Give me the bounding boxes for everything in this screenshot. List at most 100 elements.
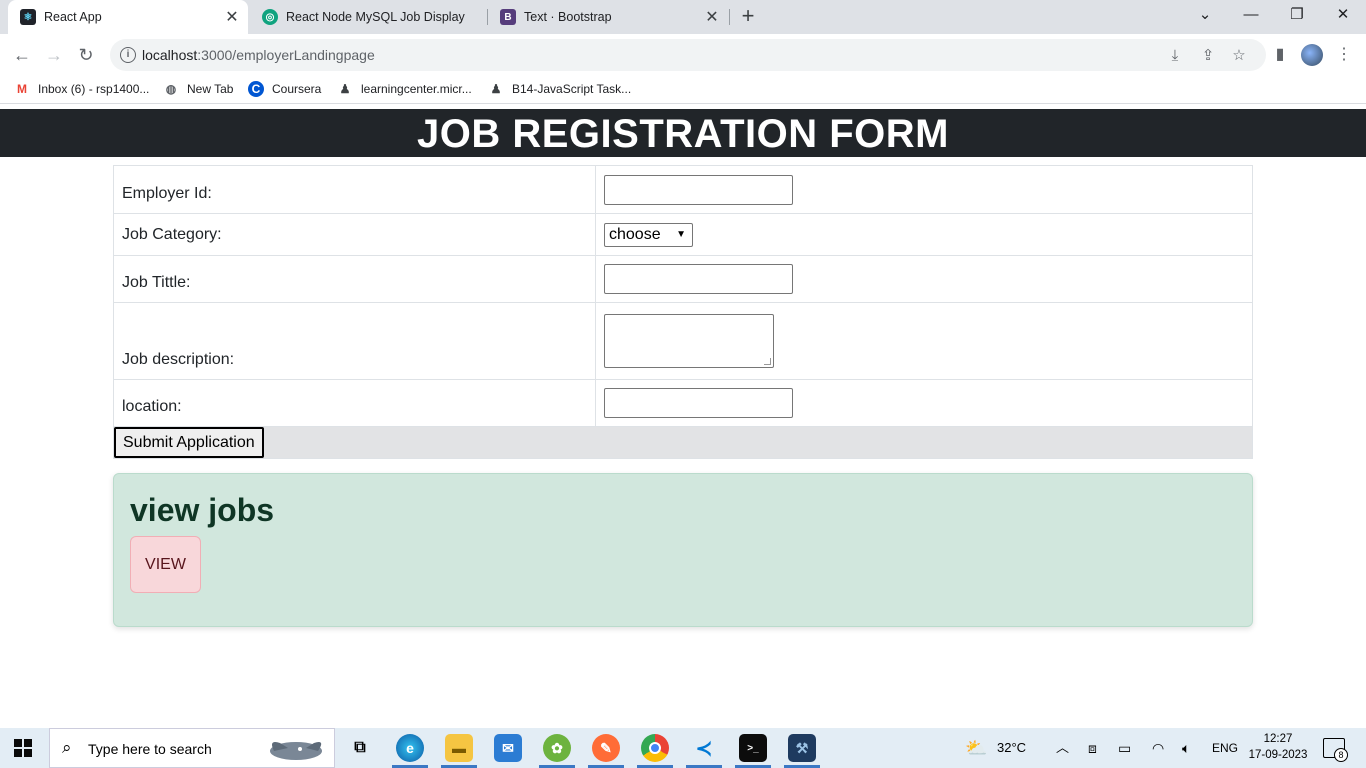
location-label: location:	[113, 379, 596, 427]
mail-icon[interactable]: ✉	[494, 734, 522, 762]
terminal-icon[interactable]: >_	[739, 734, 767, 762]
job-category-selected-value: choose	[609, 225, 661, 243]
tab-job-display[interactable]: ◎ React Node MySQL Job Display	[250, 0, 486, 34]
new-tab-button[interactable]: +	[736, 4, 760, 30]
search-icon: ⌕	[62, 738, 72, 757]
job-category-label: Job Category:	[113, 213, 596, 256]
bookmark-coursera[interactable]: C Coursera	[248, 81, 321, 97]
profile-avatar[interactable]	[1301, 44, 1323, 66]
search-highlight-icon	[270, 742, 322, 760]
restore-button[interactable]: ❐	[1274, 0, 1320, 30]
weather-cloud-icon[interactable]: ⛅	[965, 728, 987, 768]
tab-react-app[interactable]: ⚛ React App ✕	[8, 0, 248, 34]
tab-bootstrap[interactable]: B Text · Bootstrap ✕	[488, 0, 728, 34]
clock-time: 12:27	[1263, 733, 1293, 745]
bootstrap-icon: B	[500, 9, 516, 25]
bookmark-label: Coursera	[272, 82, 322, 96]
bookmark-gmail[interactable]: M Inbox (6) - rsp1400...	[14, 81, 149, 97]
weather-temperature[interactable]: 32°C	[997, 728, 1026, 768]
submit-cell: Submit Application	[113, 426, 1253, 459]
volume-icon[interactable]: 🔈︎	[1182, 728, 1190, 768]
battery-icon[interactable]: ▭	[1118, 728, 1131, 768]
postman-icon[interactable]: ✎	[592, 734, 620, 762]
bookmarks-bar: M Inbox (6) - rsp1400... ◍ New Tab C Cou…	[0, 76, 1366, 104]
form-row-employer-id: Employer Id:	[113, 165, 1253, 214]
install-icon[interactable]: ⤓	[1166, 47, 1184, 65]
form-row-job-category: Job Category: choose ▼	[113, 213, 1253, 256]
minimize-button[interactable]: —	[1228, 0, 1274, 30]
bookmark-new-tab[interactable]: ◍ New Tab	[163, 81, 234, 97]
mysql-workbench-icon[interactable]: ⚒	[788, 734, 816, 762]
side-panel-icon[interactable]: ▮	[1268, 43, 1292, 67]
job-category-select[interactable]: choose ▼	[604, 222, 693, 247]
search-placeholder: Type here to search	[88, 741, 212, 757]
chevron-up-icon[interactable]: ︿	[1056, 728, 1069, 768]
location-input[interactable]	[604, 388, 793, 418]
taskbar-search-box[interactable]: ⌕ Type here to search	[49, 728, 335, 768]
tab-title: React Node MySQL Job Display	[286, 10, 465, 24]
taskbar-clock[interactable]: 12:27 17-09-2023	[1246, 731, 1310, 763]
chrome-icon[interactable]	[641, 734, 669, 762]
form-row-job-description: Job description:	[113, 302, 1253, 380]
coursera-icon: C	[248, 81, 264, 97]
form-row-submit: Submit Application	[113, 426, 1253, 459]
tab-search-chevron-icon[interactable]: ⌄	[1182, 0, 1228, 30]
language-indicator[interactable]: ENG	[1212, 728, 1238, 768]
view-jobs-heading: view jobs	[130, 492, 275, 528]
bookmark-star-icon[interactable]: ☆	[1230, 47, 1248, 65]
url-path: :3000/employerLandingpage	[197, 47, 375, 63]
view-jobs-button[interactable]: VIEW	[130, 536, 201, 593]
share-icon[interactable]: ⇪	[1199, 47, 1217, 65]
wifi-icon[interactable]: ◠	[1152, 728, 1164, 768]
bookmark-label: New Tab	[187, 82, 234, 96]
close-window-button[interactable]: ✕	[1320, 0, 1366, 30]
edge-icon[interactable]: e	[396, 734, 424, 762]
forward-arrow-icon[interactable]: →	[42, 43, 66, 67]
close-icon[interactable]: ✕	[702, 7, 722, 27]
job-title-label: Job Tittle:	[113, 255, 596, 303]
view-jobs-card: view jobs VIEW	[113, 473, 1253, 627]
job-registration-form: Employer Id: Job Category: choose ▼ Job …	[113, 165, 1253, 459]
task-view-icon[interactable]: ⧉	[346, 734, 374, 762]
job-title-cell	[595, 255, 1253, 303]
browser-toolbar: ← → ↻ i localhost:3000/employerLandingpa…	[0, 34, 1366, 76]
notification-count-badge: 8	[1334, 748, 1348, 762]
form-row-job-title: Job Tittle:	[113, 255, 1253, 303]
windows-start-icon[interactable]	[14, 739, 32, 757]
reload-icon[interactable]: ↻	[74, 43, 98, 67]
employer-id-label: Employer Id:	[113, 165, 596, 214]
bookmark-label: B14-JavaScript Task...	[512, 82, 632, 96]
form-row-location: location:	[113, 379, 1253, 427]
file-explorer-icon[interactable]: ▬	[445, 734, 473, 762]
close-icon[interactable]: ✕	[222, 7, 242, 27]
browser-tabstrip: ⚛ React App ✕ ◎ React Node MySQL Job Dis…	[0, 0, 1366, 34]
vscode-icon[interactable]: ≺	[690, 734, 718, 762]
chatgpt-icon: ◎	[262, 9, 278, 25]
spring-tools-icon[interactable]: ✿	[543, 734, 571, 762]
url-host: localhost	[142, 47, 198, 63]
url-text[interactable]: localhost:3000/employerLandingpage	[142, 47, 375, 63]
react-icon: ⚛	[20, 9, 36, 25]
chevron-down-icon: ▼	[676, 229, 686, 240]
submit-application-button[interactable]: Submit Application	[114, 427, 264, 458]
job-category-cell: choose ▼	[595, 213, 1253, 256]
windows-taskbar: ⌕ Type here to search ⧉ e ▬ ✉ ✿ ✎ ≺ >_ ⚒…	[0, 728, 1366, 768]
bookmark-label: learningcenter.micr...	[361, 82, 472, 96]
clock-date: 17-09-2023	[1248, 749, 1308, 761]
bookmark-learningcenter[interactable]: ♟ learningcenter.micr...	[337, 81, 472, 97]
job-description-label: Job description:	[113, 302, 596, 380]
back-arrow-icon[interactable]: ←	[10, 43, 34, 67]
job-description-cell	[595, 302, 1253, 380]
site-info-icon[interactable]: i	[120, 47, 136, 63]
meet-now-icon[interactable]: ⧈	[1088, 728, 1097, 768]
menu-kebab-icon[interactable]: ⋮	[1332, 43, 1356, 67]
address-bar[interactable]: i localhost:3000/employerLandingpage ⤓ ⇪…	[110, 39, 1266, 71]
user-icon: ♟	[339, 82, 351, 96]
employer-id-cell	[595, 165, 1253, 214]
gmail-icon: M	[17, 82, 27, 96]
employer-id-input[interactable]	[604, 174, 793, 205]
bookmark-b14-javascript[interactable]: ♟ B14-JavaScript Task...	[488, 81, 632, 97]
job-description-textarea[interactable]	[604, 314, 774, 368]
job-title-input[interactable]	[604, 264, 793, 294]
location-cell	[595, 379, 1253, 427]
